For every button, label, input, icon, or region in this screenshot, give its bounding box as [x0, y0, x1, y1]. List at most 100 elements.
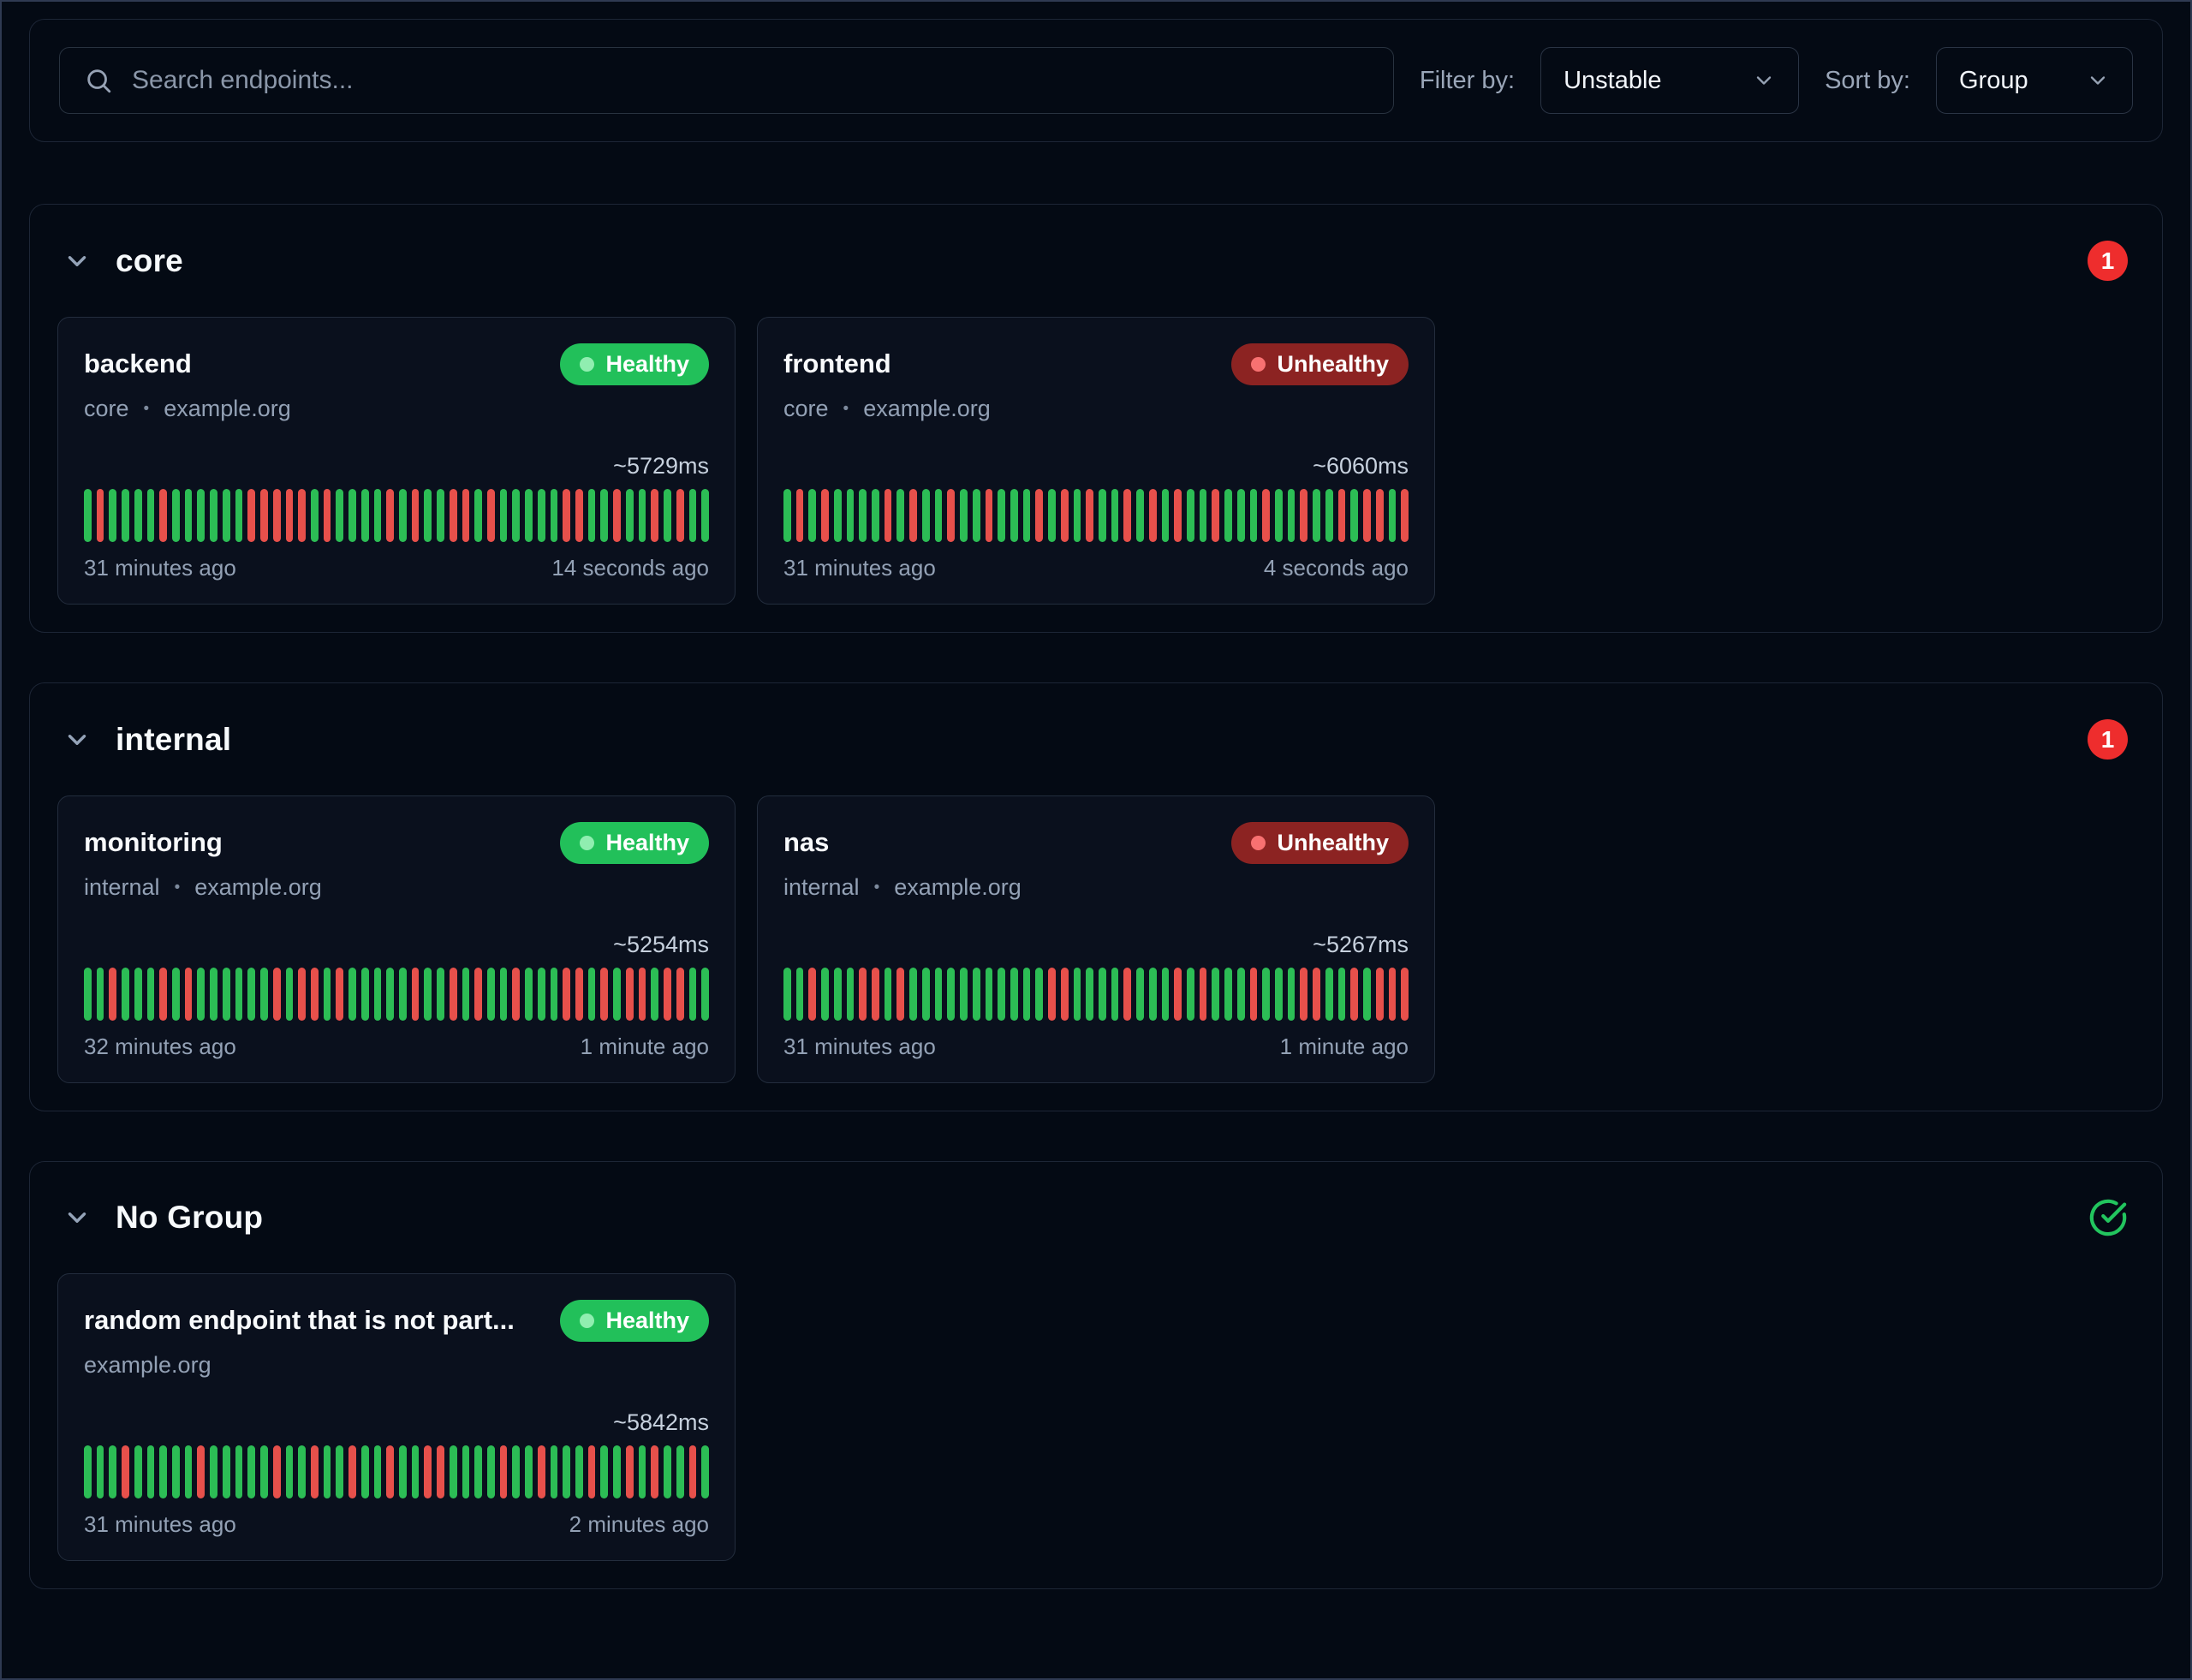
history-bar[interactable]	[1262, 968, 1270, 1021]
history-bar[interactable]	[1325, 489, 1333, 542]
history-bar[interactable]	[626, 1445, 634, 1498]
history-bar[interactable]	[551, 968, 558, 1021]
history-bar[interactable]	[172, 968, 180, 1021]
history-bar[interactable]	[223, 489, 230, 542]
history-bar[interactable]	[847, 489, 855, 542]
history-bar[interactable]	[235, 968, 243, 1021]
history-bar[interactable]	[450, 489, 457, 542]
history-bar[interactable]	[324, 968, 331, 1021]
history-bar[interactable]	[783, 968, 791, 1021]
history-bar[interactable]	[399, 968, 407, 1021]
history-bar[interactable]	[487, 968, 495, 1021]
history-bar[interactable]	[462, 1445, 470, 1498]
history-bar[interactable]	[588, 1445, 596, 1498]
history-bar[interactable]	[1212, 968, 1219, 1021]
history-bar[interactable]	[374, 489, 382, 542]
history-bar[interactable]	[84, 489, 92, 542]
history-bar[interactable]	[336, 489, 343, 542]
search-box[interactable]	[59, 47, 1394, 114]
endpoint-card[interactable]: frontend Unhealthy core • example.org ~6…	[757, 317, 1435, 605]
history-bar[interactable]	[551, 489, 558, 542]
history-bar[interactable]	[1123, 489, 1131, 542]
history-bar[interactable]	[424, 1445, 432, 1498]
history-bar[interactable]	[1111, 489, 1119, 542]
history-bar[interactable]	[859, 968, 867, 1021]
history-bar[interactable]	[1250, 489, 1258, 542]
history-bar[interactable]	[960, 489, 968, 542]
history-bar[interactable]	[1313, 968, 1320, 1021]
filter-select[interactable]: Unstable	[1540, 47, 1799, 114]
history-bar[interactable]	[109, 489, 116, 542]
history-bar[interactable]	[286, 968, 294, 1021]
history-bar[interactable]	[361, 968, 369, 1021]
history-bar[interactable]	[1363, 489, 1371, 542]
history-bar[interactable]	[986, 968, 993, 1021]
history-bar[interactable]	[500, 968, 508, 1021]
history-bar[interactable]	[896, 489, 904, 542]
history-bar[interactable]	[1035, 489, 1043, 542]
history-bar[interactable]	[247, 489, 255, 542]
history-bar[interactable]	[185, 489, 193, 542]
history-bar[interactable]	[922, 968, 930, 1021]
history-bar[interactable]	[701, 1445, 709, 1498]
sort-select[interactable]: Group	[1936, 47, 2133, 114]
history-bar[interactable]	[847, 968, 855, 1021]
history-bar[interactable]	[701, 489, 709, 542]
history-bar[interactable]	[247, 968, 255, 1021]
history-bar[interactable]	[386, 1445, 394, 1498]
history-bar[interactable]	[412, 1445, 420, 1498]
history-bar[interactable]	[613, 489, 621, 542]
history-bar[interactable]	[525, 968, 533, 1021]
history-bar[interactable]	[626, 968, 634, 1021]
history-bar[interactable]	[487, 489, 495, 542]
history-bar[interactable]	[474, 1445, 482, 1498]
history-bar[interactable]	[273, 1445, 281, 1498]
history-bar[interactable]	[639, 968, 646, 1021]
history-bar[interactable]	[84, 1445, 92, 1498]
history-bar[interactable]	[885, 968, 892, 1021]
history-bar[interactable]	[563, 489, 570, 542]
history-bar[interactable]	[424, 489, 432, 542]
history-bar[interactable]	[998, 968, 1005, 1021]
history-bar[interactable]	[273, 968, 281, 1021]
history-bar[interactable]	[374, 968, 382, 1021]
history-bar[interactable]	[361, 1445, 369, 1498]
history-bar[interactable]	[1074, 968, 1081, 1021]
history-bar[interactable]	[909, 489, 917, 542]
history-bar[interactable]	[450, 968, 457, 1021]
history-bar[interactable]	[808, 968, 816, 1021]
history-bar[interactable]	[935, 489, 943, 542]
history-bar[interactable]	[1288, 968, 1296, 1021]
history-bar[interactable]	[437, 489, 444, 542]
history-bar[interactable]	[872, 489, 879, 542]
history-bar[interactable]	[1200, 489, 1207, 542]
history-bar[interactable]	[210, 489, 217, 542]
history-bar[interactable]	[664, 1445, 671, 1498]
history-bar[interactable]	[134, 1445, 142, 1498]
history-bar[interactable]	[1149, 968, 1157, 1021]
history-bar[interactable]	[639, 1445, 646, 1498]
history-bar[interactable]	[197, 968, 205, 1021]
group-header[interactable]: core 1	[30, 205, 2162, 310]
history-bar[interactable]	[1313, 489, 1320, 542]
history-bar[interactable]	[1086, 968, 1093, 1021]
history-bar[interactable]	[1300, 968, 1307, 1021]
history-bar[interactable]	[147, 1445, 155, 1498]
history-bar[interactable]	[1389, 968, 1397, 1021]
history-bar[interactable]	[909, 968, 917, 1021]
history-bar[interactable]	[834, 968, 842, 1021]
history-bar[interactable]	[783, 489, 791, 542]
history-bar[interactable]	[348, 968, 356, 1021]
history-bar[interactable]	[298, 489, 306, 542]
history-bar[interactable]	[600, 968, 608, 1021]
history-bar[interactable]	[935, 968, 943, 1021]
history-bar[interactable]	[922, 489, 930, 542]
history-bar[interactable]	[512, 1445, 520, 1498]
history-bar[interactable]	[437, 1445, 444, 1498]
history-bar[interactable]	[97, 489, 104, 542]
history-bar[interactable]	[986, 489, 993, 542]
history-bar[interactable]	[97, 968, 104, 1021]
history-bar[interactable]	[512, 968, 520, 1021]
history-bar[interactable]	[324, 489, 331, 542]
history-bar[interactable]	[613, 968, 621, 1021]
